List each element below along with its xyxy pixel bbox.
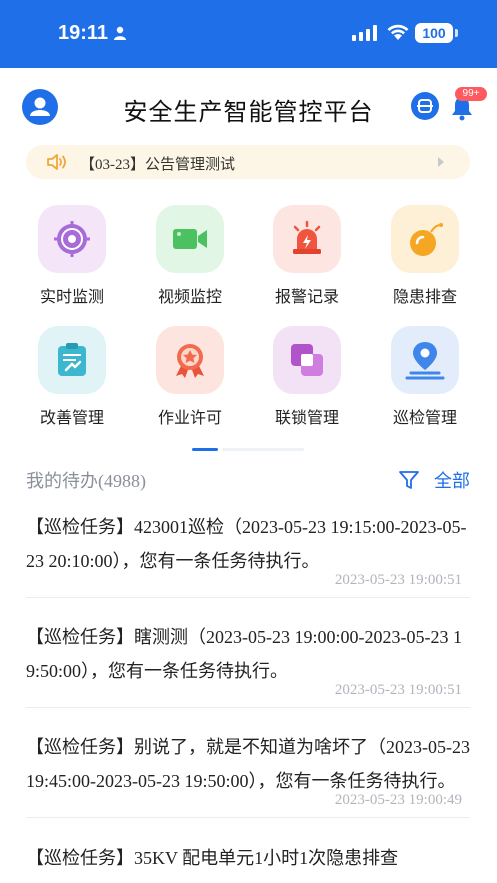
menu-label: 实时监测 bbox=[39, 287, 104, 306]
menu-label: 联锁管理 bbox=[274, 408, 339, 427]
todo-title-text: 我的待办 bbox=[26, 471, 98, 492]
menu-item-realtime-monitoring[interactable]: 实时监测 bbox=[22, 205, 122, 307]
filter-all-button[interactable]: 全部 bbox=[434, 467, 470, 493]
task-text: 【巡检任务】35KV 配电单元1小时1次隐患排查 bbox=[26, 848, 399, 868]
task-text: 【巡检任务】423001巡检（2023-05-23 19:15:00-2023-… bbox=[26, 517, 467, 571]
battery-tip bbox=[455, 29, 458, 37]
scan-icon[interactable] bbox=[411, 92, 439, 120]
menu-tile bbox=[38, 326, 106, 394]
page-dot bbox=[222, 448, 304, 451]
task-item[interactable]: 【巡检任务】瞎测测（2023-05-23 19:00:00-2023-05-23… bbox=[26, 620, 470, 708]
task-text: 【巡检任务】别说了，就是不知道为啥坏了（2023-05-23 19:45:00-… bbox=[26, 737, 470, 791]
menu-label: 报警记录 bbox=[274, 287, 339, 306]
menu-tile bbox=[156, 205, 224, 273]
menu-tile bbox=[273, 205, 341, 273]
menu-item-improvement-management[interactable]: 改善管理 bbox=[22, 326, 122, 428]
menu-item-patrol-management[interactable]: 巡检管理 bbox=[375, 326, 475, 428]
task-item[interactable]: 【巡检任务】别说了，就是不知道为啥坏了（2023-05-23 19:45:00-… bbox=[26, 730, 470, 818]
notice-bar[interactable]: 【03-23】公告管理测试 bbox=[26, 145, 470, 179]
target-icon bbox=[54, 221, 90, 257]
alarm-light-icon bbox=[293, 220, 321, 254]
task-item[interactable]: 【巡检任务】35KV 配电单元1小时1次隐患排查 bbox=[26, 841, 470, 875]
menu-label: 隐患排查 bbox=[392, 287, 457, 306]
award-ribbon-icon bbox=[176, 344, 204, 378]
status-bar: 19:11 100 bbox=[0, 0, 497, 68]
menu-item-interlock-management[interactable]: 联锁管理 bbox=[257, 326, 357, 428]
todo-header: 我的待办(4988) 全部 bbox=[26, 465, 470, 495]
task-text: 【巡检任务】瞎测测（2023-05-23 19:00:00-2023-05-23… bbox=[26, 627, 462, 681]
chevron-right-icon bbox=[438, 157, 444, 167]
filter-icon[interactable] bbox=[398, 469, 420, 491]
menu-tile bbox=[391, 326, 459, 394]
menu-label: 视频监控 bbox=[157, 287, 222, 306]
menu-item-video-surveillance[interactable]: 视频监控 bbox=[140, 205, 240, 307]
notice-date: 【03-23】 bbox=[80, 157, 145, 173]
menu-label: 改善管理 bbox=[39, 408, 104, 427]
app-header: 安全生产智能管控平台 99+ bbox=[0, 68, 497, 146]
notification-badge: 99+ bbox=[455, 87, 487, 101]
todo-count: (4988) bbox=[98, 471, 146, 491]
menu-tile bbox=[156, 326, 224, 394]
battery-indicator: 100 bbox=[415, 23, 453, 43]
menu-tile bbox=[273, 326, 341, 394]
person-icon bbox=[114, 26, 126, 40]
status-time: 19:11 bbox=[58, 22, 109, 44]
menu-label: 巡检管理 bbox=[392, 408, 457, 427]
page-dot-active bbox=[192, 448, 218, 451]
speaker-icon bbox=[47, 154, 66, 170]
interlock-icon bbox=[291, 344, 323, 376]
notice-text: 【03-23】公告管理测试 bbox=[80, 153, 235, 174]
divider bbox=[26, 707, 470, 708]
task-item[interactable]: 【巡检任务】423001巡检（2023-05-23 19:15:00-2023-… bbox=[26, 510, 470, 598]
video-camera-icon bbox=[173, 229, 207, 249]
page-indicator bbox=[192, 448, 304, 451]
menu-item-work-permit[interactable]: 作业许可 bbox=[140, 326, 240, 428]
menu-label: 作业许可 bbox=[157, 408, 222, 427]
location-pin-icon bbox=[405, 342, 445, 380]
bomb-icon bbox=[410, 223, 443, 256]
menu-item-alarm-records[interactable]: 报警记录 bbox=[257, 205, 357, 307]
divider bbox=[26, 597, 470, 598]
menu-tile bbox=[391, 205, 459, 273]
menu-tile bbox=[38, 205, 106, 273]
notice-title: 公告管理测试 bbox=[145, 155, 236, 173]
clipboard-icon bbox=[58, 343, 86, 376]
menu-item-hazard-inspection[interactable]: 隐患排查 bbox=[375, 205, 475, 307]
todo-title: 我的待办(4988) bbox=[26, 467, 146, 493]
divider bbox=[26, 817, 470, 818]
cellular-signal-icon bbox=[352, 25, 377, 41]
wifi-icon bbox=[387, 24, 409, 40]
